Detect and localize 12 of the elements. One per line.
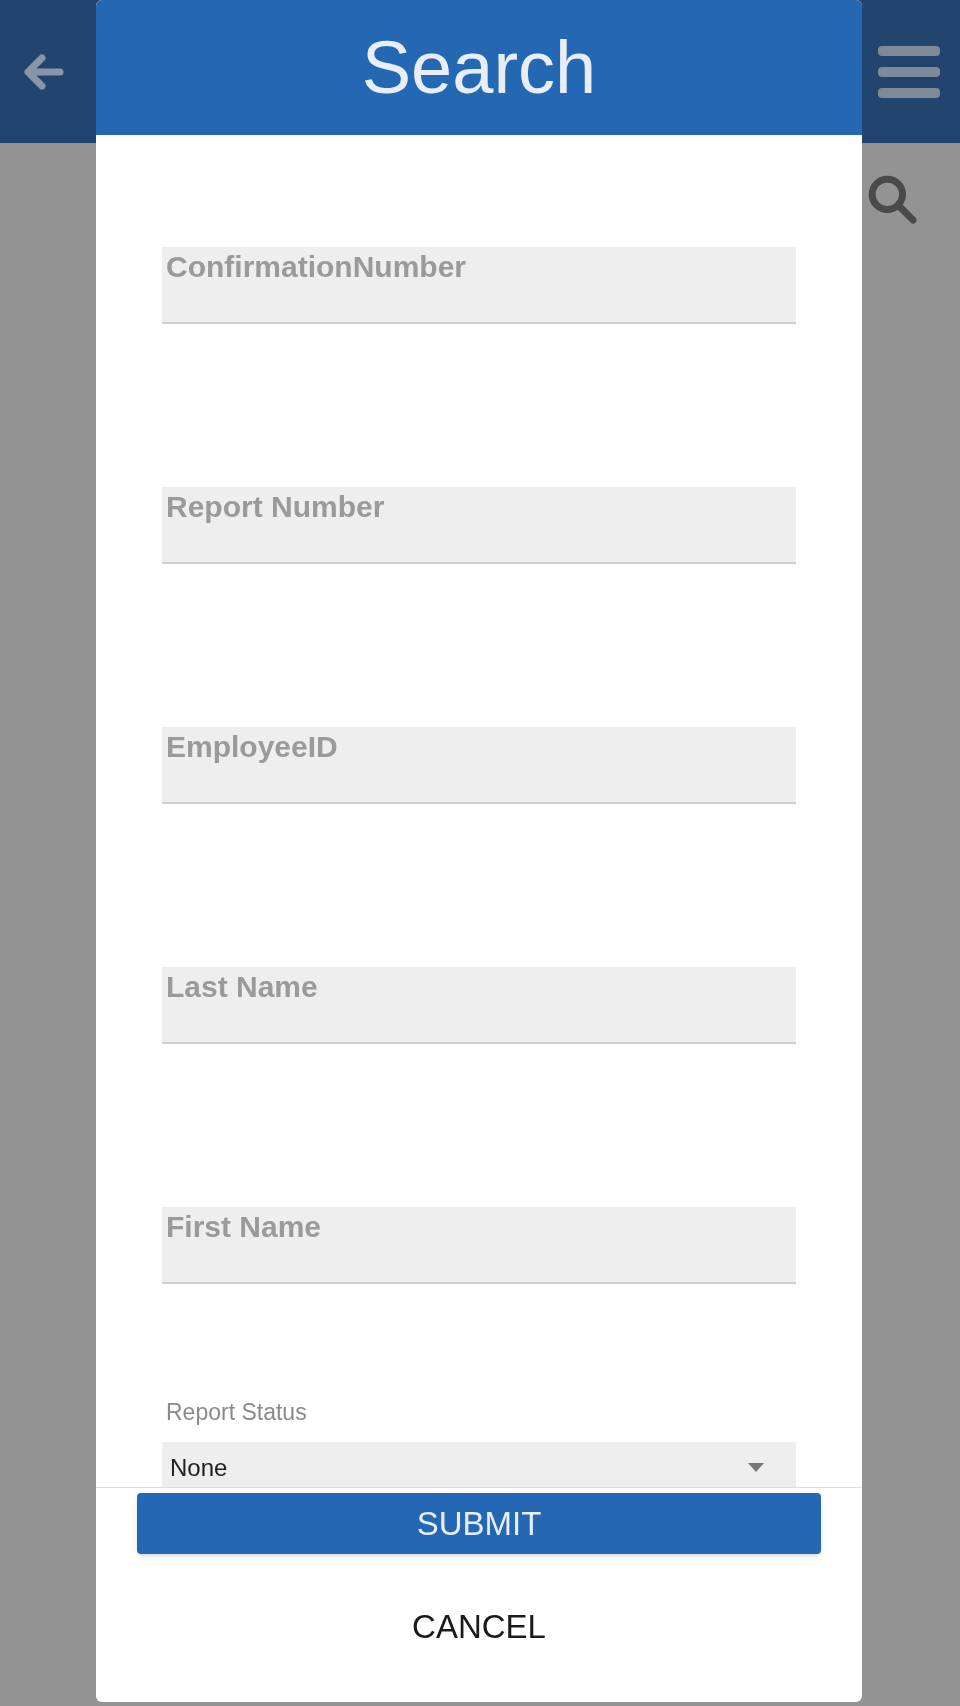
field-label: Report Status: [165, 1398, 308, 1427]
input-field[interactable]: Last Name: [162, 967, 796, 1044]
caret-icon: [748, 1463, 764, 1472]
cancel-button[interactable]: CANCEL: [388, 1590, 570, 1664]
submit-button[interactable]: SUBMIT: [137, 1493, 821, 1554]
input-field[interactable]: ConfirmationNumber: [162, 247, 796, 324]
input-field[interactable]: Report Number: [162, 487, 796, 564]
input-field[interactable]: EmployeeID: [162, 727, 796, 804]
status-dropdown[interactable]: None: [162, 1441, 796, 1487]
dialog-title: Search: [361, 30, 597, 105]
menu-icon[interactable]: [878, 43, 940, 100]
input-field[interactable]: First Name: [162, 1207, 796, 1284]
